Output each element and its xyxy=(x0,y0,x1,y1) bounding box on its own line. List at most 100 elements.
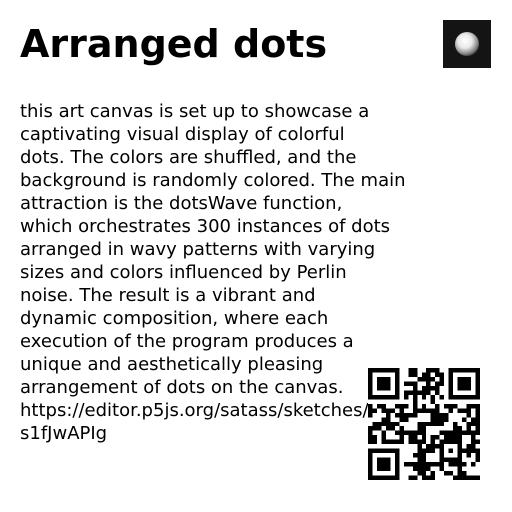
qr-module xyxy=(381,385,386,391)
qr-module xyxy=(417,444,422,449)
qr-module xyxy=(399,439,404,445)
qr-module xyxy=(385,417,391,422)
qr-module xyxy=(368,466,373,472)
qr-module xyxy=(394,394,400,400)
qr-module xyxy=(475,372,480,377)
qr-module xyxy=(390,426,395,431)
qr-module xyxy=(457,394,463,400)
qr-code[interactable] xyxy=(368,368,480,480)
qr-module xyxy=(448,408,454,413)
qr-module xyxy=(368,457,373,463)
qr-module xyxy=(381,439,386,445)
qr-module xyxy=(448,430,454,436)
description-line: this art canvas is set up to showcase a xyxy=(20,101,370,122)
qr-module xyxy=(394,376,400,382)
qr-module xyxy=(403,381,409,386)
qr-module xyxy=(444,457,449,463)
qr-module xyxy=(372,421,377,427)
qr-module xyxy=(439,421,445,427)
qr-module xyxy=(408,430,413,436)
qr-module xyxy=(376,385,382,391)
qr-module xyxy=(435,435,440,440)
qr-module xyxy=(435,417,440,422)
qr-module xyxy=(376,466,382,472)
qr-module xyxy=(372,368,377,373)
qr-module xyxy=(417,471,422,476)
qr-module xyxy=(417,466,422,472)
qr-module xyxy=(381,403,386,409)
qr-module xyxy=(412,462,418,467)
qr-module xyxy=(457,430,463,436)
qr-module xyxy=(444,417,449,422)
qr-module xyxy=(368,372,373,377)
qr-module xyxy=(453,368,458,373)
qr-module xyxy=(448,368,454,373)
qr-module xyxy=(381,381,386,386)
qr-module xyxy=(457,471,463,476)
qr-module xyxy=(421,439,427,445)
qr-module xyxy=(394,466,400,472)
qr-module xyxy=(448,394,454,400)
qr-module xyxy=(412,403,418,409)
qr-module xyxy=(394,457,400,463)
qr-module xyxy=(453,403,458,409)
qr-module xyxy=(426,376,431,382)
qr-module xyxy=(408,462,413,467)
artwork-thumbnail[interactable] xyxy=(443,20,491,68)
qr-module xyxy=(408,381,413,386)
qr-module xyxy=(448,376,454,382)
qr-module xyxy=(457,448,463,454)
qr-module xyxy=(475,439,480,445)
qr-module xyxy=(385,466,391,472)
qr-module xyxy=(457,475,463,480)
qr-module xyxy=(381,408,386,413)
qr-module xyxy=(426,408,431,413)
qr-module xyxy=(471,368,476,373)
description-line: attraction is the dotsWave function, xyxy=(20,193,343,214)
qr-module xyxy=(408,372,413,377)
qr-module xyxy=(368,475,373,480)
qr-module xyxy=(475,403,480,409)
qr-module xyxy=(372,475,377,480)
description-line: noise. The result is a vibrant and xyxy=(20,285,316,306)
qr-module xyxy=(457,439,463,445)
qr-module xyxy=(368,439,373,445)
qr-module xyxy=(394,421,400,427)
qr-module xyxy=(381,462,386,467)
qr-module xyxy=(439,453,445,458)
qr-module xyxy=(439,448,445,454)
qr-module xyxy=(430,435,436,440)
qr-module xyxy=(421,430,427,436)
qr-module xyxy=(457,385,463,391)
qr-module xyxy=(399,426,404,431)
qr-module xyxy=(430,376,436,382)
qr-module xyxy=(381,457,386,463)
qr-module xyxy=(444,471,449,476)
qr-module xyxy=(453,421,458,427)
qr-module xyxy=(471,475,476,480)
qr-module xyxy=(466,368,472,373)
qr-module xyxy=(385,462,391,467)
qr-module xyxy=(385,475,391,480)
qr-module xyxy=(412,381,418,386)
qr-module xyxy=(372,426,377,431)
qr-module xyxy=(368,394,373,400)
qr-module xyxy=(471,417,476,422)
qr-module xyxy=(394,453,400,458)
qr-module xyxy=(412,408,418,413)
qr-module xyxy=(368,390,373,395)
qr-module xyxy=(368,412,373,418)
qr-module xyxy=(444,435,449,440)
qr-module xyxy=(457,381,463,386)
qr-module xyxy=(466,408,472,413)
qr-module xyxy=(368,462,373,467)
qr-module xyxy=(421,466,427,472)
qr-module xyxy=(390,448,395,454)
qr-module xyxy=(475,368,480,373)
qr-module xyxy=(412,453,418,458)
qr-module xyxy=(457,368,463,373)
qr-module xyxy=(403,412,409,418)
qr-module xyxy=(417,426,422,431)
qr-module xyxy=(376,462,382,467)
qr-module xyxy=(381,435,386,440)
